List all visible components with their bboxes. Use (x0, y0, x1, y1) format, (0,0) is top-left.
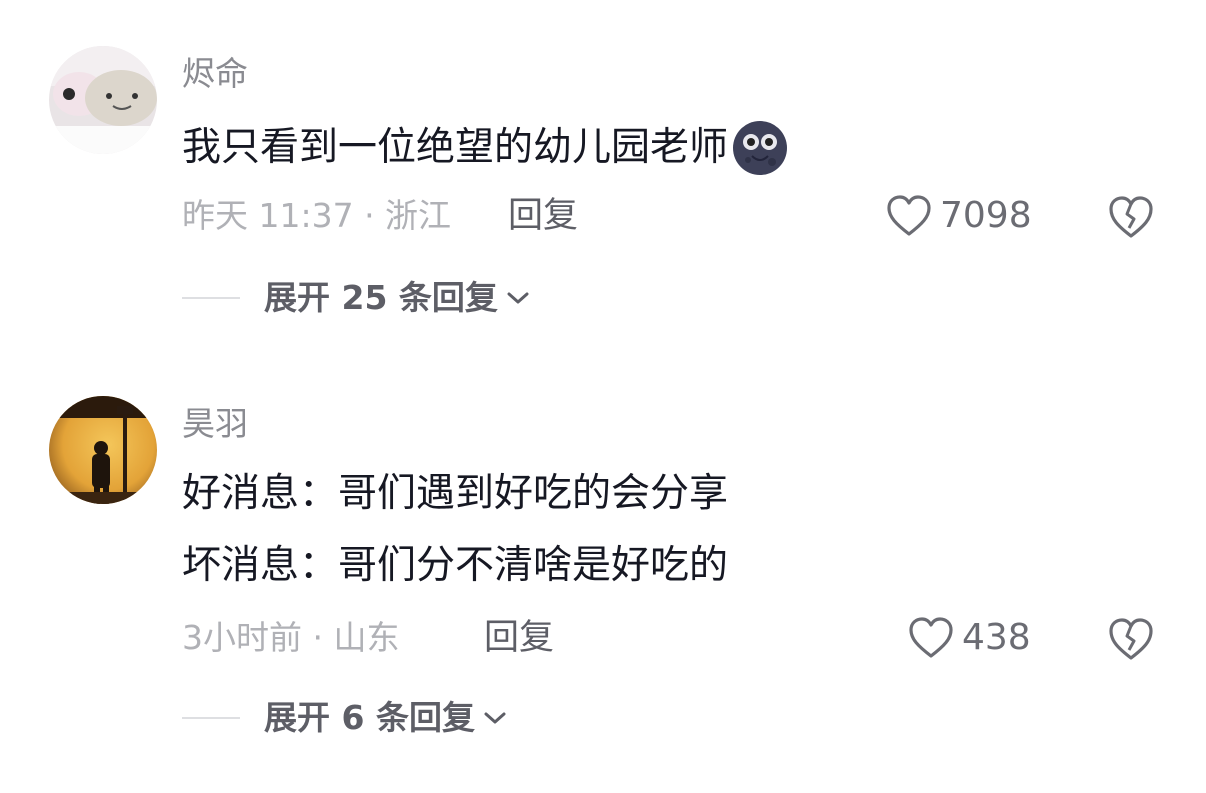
heart-outline-icon (909, 617, 953, 658)
comment-text-line: 坏消息：哥们分不清啥是好吃的 (182, 543, 729, 588)
expand-replies-button[interactable]: 展开 6 条回复 (182, 698, 507, 738)
broken-heart-icon (1109, 196, 1153, 238)
reply-divider (182, 297, 240, 299)
comment-meta: 昨天 11:37 · 浙江 (182, 196, 452, 235)
dislike-button[interactable] (1108, 616, 1154, 662)
expand-replies-label: 展开 6 条回复 (264, 698, 475, 737)
broken-heart-icon (1109, 618, 1153, 660)
comment-text: 我只看到一位绝望的幼儿园老师 (182, 120, 788, 176)
new-moon-face-emoji-icon (732, 120, 788, 176)
avatar[interactable] (49, 46, 157, 154)
like-button[interactable]: 7098 (886, 194, 1032, 238)
comment-text-line: 我只看到一位绝望的幼儿园老师 (182, 125, 729, 170)
reply-button[interactable]: 回复 (484, 618, 554, 658)
avatar-image (49, 396, 157, 504)
comment-item: 烬命 我只看到一位绝望的幼儿园老师 昨天 11:37 · 浙江 回复 7098 (0, 0, 1206, 340)
reply-button[interactable]: 回复 (508, 196, 578, 236)
expand-replies-button[interactable]: 展开 25 条回复 (182, 278, 530, 318)
avatar-image (49, 46, 157, 154)
like-count: 7098 (940, 195, 1032, 236)
comment-username[interactable]: 烬命 (182, 54, 248, 94)
expand-replies-label: 展开 25 条回复 (264, 278, 498, 317)
chevron-down-icon (507, 292, 529, 304)
comment-meta: 3小时前 · 山东 (182, 618, 400, 657)
avatar[interactable] (49, 396, 157, 504)
dislike-button[interactable] (1108, 194, 1154, 240)
comment-username[interactable]: 昊羽 (182, 404, 248, 444)
chevron-down-icon (484, 712, 506, 724)
comment-text-line: 好消息：哥们遇到好吃的会分享 (182, 471, 729, 516)
like-button[interactable]: 438 (908, 616, 1031, 660)
like-count: 438 (962, 617, 1031, 658)
heart-outline-icon (887, 195, 931, 236)
reply-divider (182, 717, 240, 719)
comment-item: 昊羽 好消息：哥们遇到好吃的会分享 坏消息：哥们分不清啥是好吃的 3小时前 · … (0, 340, 1206, 793)
